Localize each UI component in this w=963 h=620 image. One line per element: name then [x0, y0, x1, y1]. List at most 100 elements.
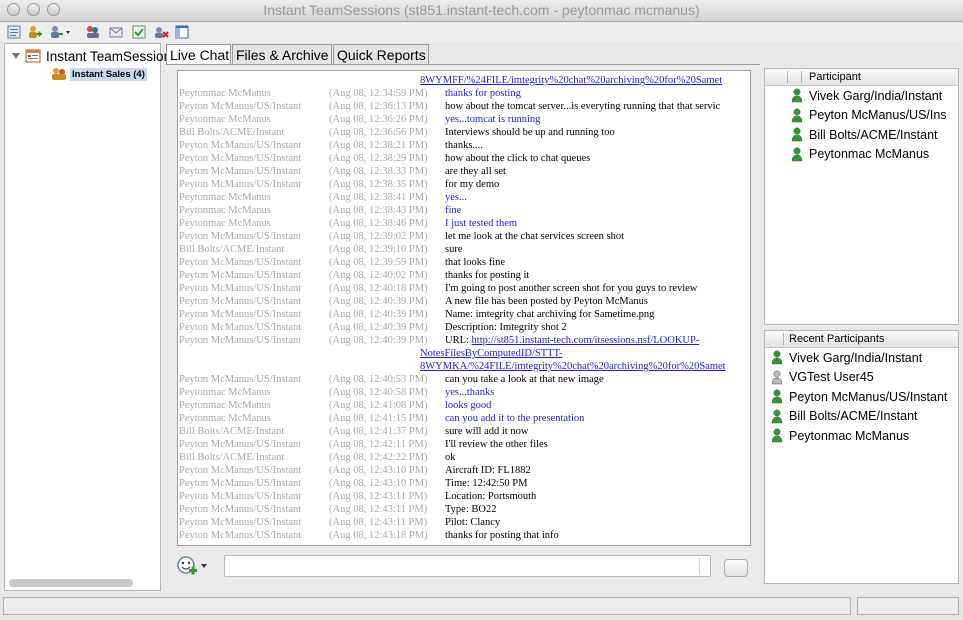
chat-message-row: Bill Bolts/ACME/Instant (Aug 08, 12:36:56… — [178, 126, 750, 139]
participant-item[interactable]: Peyton McManus/US/Ins — [791, 106, 947, 125]
file-url-link[interactable]: http://st851.instant-tech.com/itsessions… — [472, 335, 700, 346]
message-timestamp: (Aug 08, 12:39:59 PM) — [329, 257, 428, 268]
chat-message-row: Peyton McManus/US/Instant (Aug 08, 12:38:… — [178, 178, 750, 191]
message-timestamp: (Aug 08, 12:39:10 PM) — [329, 244, 428, 255]
tree-root[interactable]: Instant TeamSession — [11, 47, 171, 65]
message-timestamp: (Aug 08, 12:42:11 PM) — [329, 439, 428, 450]
message-timestamp: (Aug 08, 12:43:11 PM) — [329, 504, 428, 515]
message-text: thanks for posting that info — [445, 530, 559, 541]
online-person-icon — [791, 147, 803, 161]
panel-icon[interactable] — [173, 23, 191, 40]
message-author: Peyton McManus/US/Instant — [179, 140, 302, 151]
online-person-icon — [791, 108, 803, 122]
tab-files-archive[interactable]: Files & Archive — [232, 44, 332, 64]
tree-item-label: Instant Sales (4) — [70, 67, 147, 81]
emoticon-icon — [177, 556, 197, 575]
message-text: yes...tomcat is running — [445, 114, 541, 125]
message-timestamp: (Aug 08, 12:38:41 PM) — [329, 192, 428, 203]
online-person-icon — [771, 409, 783, 423]
message-text: I'm going to post another screen shot fo… — [445, 283, 698, 294]
message-timestamp: (Aug 08, 12:40:39 PM) — [329, 309, 428, 320]
message-timestamp: (Aug 08, 12:36:13 PM) — [329, 101, 428, 112]
message-text: for my demo — [445, 179, 500, 190]
message-author: Bill Bolts/ACME/Instant — [179, 452, 285, 463]
message-text: A new file has been posted by Peyton McM… — [445, 296, 648, 307]
message-text: thanks for posting it — [445, 270, 530, 281]
chat-input[interactable] — [224, 555, 711, 577]
chat-message-row: Peytonmac McManus (Aug 08, 12:41:08 PM) lo… — [178, 399, 750, 412]
message-timestamp: (Aug 08, 12:40:02 PM) — [329, 270, 428, 281]
chat-transcript[interactable]: 8WYMFF/%24FILE/imtegrity%20chat%20archiv… — [177, 70, 751, 546]
url-continuation-link[interactable]: NotesFilesByComputedID/STTT- — [420, 347, 563, 360]
live-chat-panel: 8WYMFF/%24FILE/imtegrity%20chat%20archiv… — [166, 64, 760, 592]
recent-participant-item[interactable]: Peyton McManus/US/Instant — [771, 387, 947, 406]
recent-participant-item[interactable]: VGTest User45 — [771, 368, 874, 387]
chat-message-row: Peyton McManus/US/Instant (Aug 08, 12:43:… — [178, 490, 750, 503]
send-button[interactable] — [724, 559, 748, 577]
recent-participant-name: Vivek Garg/India/Instant — [789, 350, 923, 365]
teamsession-icon — [25, 49, 41, 63]
online-person-icon — [791, 127, 803, 142]
list-icon[interactable] — [5, 23, 23, 40]
chat-message-row: Peyton McManus/US/Instant (Aug 08, 12:38:… — [178, 152, 750, 165]
recent-participant-name: Peyton McManus/US/Instant — [789, 389, 948, 404]
online-person-icon — [771, 389, 783, 404]
message-timestamp: (Aug 08, 12:41:37 PM) — [329, 426, 428, 437]
chat-message-row: Bill Bolts/ACME/Instant (Aug 08, 12:41:37… — [178, 425, 750, 438]
sessions-tree: Instant TeamSession Instant Sales (4) — [4, 43, 171, 591]
chat-message-row: Peyton McManus/US/Instant (Aug 08, 12:43:… — [178, 477, 750, 490]
add-menu-icon[interactable] — [48, 23, 72, 40]
recent-participant-item[interactable]: Bill Bolts/ACME/Instant — [771, 407, 918, 426]
participant-item[interactable]: Vivek Garg/India/Instant — [791, 86, 942, 105]
tree-item-instant-sales[interactable]: Instant Sales (4) — [51, 66, 147, 82]
emoticon-menu[interactable] — [176, 555, 210, 577]
message-author: Peyton McManus/US/Instant — [179, 257, 302, 268]
message-author: Peyton McManus/US/Instant — [179, 153, 302, 164]
message-timestamp: (Aug 08, 12:38:35 PM) — [329, 179, 428, 190]
chat-message-row: Peyton McManus/US/Instant (Aug 08, 12:38:… — [178, 139, 750, 152]
message-text: yes... — [445, 192, 467, 203]
group-icon[interactable] — [84, 23, 102, 40]
group-icon — [52, 68, 66, 80]
message-author: Bill Bolts/ACME/Instant — [179, 426, 285, 437]
message-timestamp: (Aug 08, 12:41:15 PM) — [329, 413, 428, 424]
url-continuation-link[interactable]: 8WYMKA/%24FILE/imtegrity%20chat%20archiv… — [420, 360, 726, 373]
message-timestamp: (Aug 08, 12:38:46 PM) — [329, 218, 428, 229]
participants-header-label: Participant — [809, 71, 861, 83]
message-author: Peyton McManus/US/Instant — [179, 504, 302, 515]
message-author: Peyton McManus/US/Instant — [179, 335, 302, 346]
participant-item[interactable]: Peytonmac McManus — [791, 145, 929, 164]
delete-icon[interactable] — [152, 23, 170, 40]
message-text: looks good — [445, 400, 492, 411]
message-author: Peytonmac McManus — [179, 400, 271, 411]
message-text: Name: imtegrity chat archiving for Samet… — [445, 309, 655, 320]
recent-participants-header[interactable]: Recent Participants — [765, 331, 958, 348]
message-author: Peytonmac McManus — [179, 413, 271, 424]
message-author: Peytonmac McManus — [179, 387, 271, 398]
message-author: Peyton McManus/US/Instant — [179, 322, 302, 333]
send-icon[interactable] — [107, 23, 125, 40]
horizontal-scrollbar[interactable] — [9, 579, 133, 587]
message-author: Peyton McManus/US/Instant — [179, 517, 302, 528]
tab-live-chat[interactable]: Live Chat — [166, 44, 231, 65]
message-timestamp: (Aug 08, 12:38:43 PM) — [329, 205, 428, 216]
status-bar — [0, 594, 963, 620]
participant-item[interactable]: Bill Bolts/ACME/Instant — [791, 125, 938, 144]
tab-quick-reports[interactable]: Quick Reports — [333, 44, 429, 64]
add-person-icon[interactable] — [25, 23, 43, 40]
online-person-icon — [791, 88, 803, 103]
chat-message-row: Peyton McManus/US/Instant (Aug 08, 12:40:… — [178, 321, 750, 334]
url-continuation-link[interactable]: 8WYMFF/%24FILE/imtegrity%20chat%20archiv… — [420, 74, 722, 87]
check-icon[interactable] — [130, 23, 148, 40]
expand-triangle-icon[interactable] — [11, 51, 21, 61]
participants-header[interactable]: Participant — [765, 69, 958, 86]
participant-name: Peytonmac McManus — [809, 147, 930, 161]
chat-message-row: Peyton McManus/US/Instant (Aug 08, 12:40:… — [178, 308, 750, 321]
chevron-down-icon — [201, 564, 207, 568]
status-field-secondary — [857, 597, 959, 615]
recent-participant-item[interactable]: Vivek Garg/India/Instant — [771, 348, 922, 367]
message-timestamp: (Aug 08, 12:34:59 PM) — [329, 88, 428, 99]
chat-message-row: Peyton McManus/US/Instant (Aug 08, 12:43:… — [178, 503, 750, 516]
message-text: thanks for posting — [445, 88, 521, 99]
recent-participant-item[interactable]: Peytonmac McManus — [771, 426, 909, 445]
